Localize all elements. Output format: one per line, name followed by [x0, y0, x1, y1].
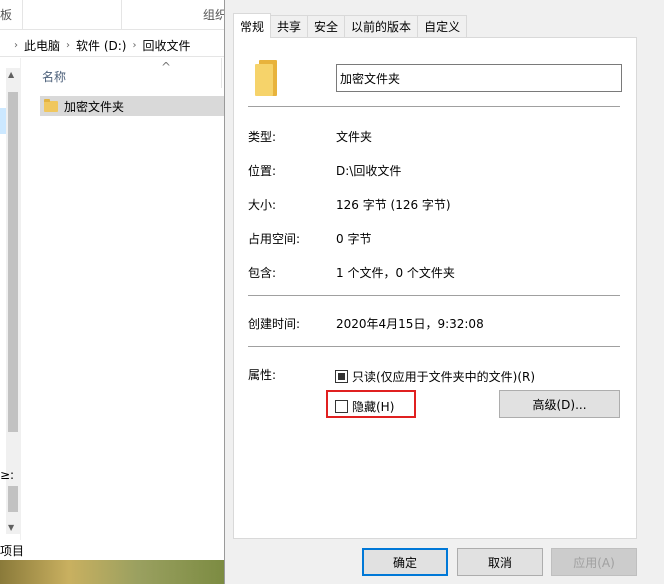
attributes-label: 属性: [248, 368, 277, 382]
tab-previous-versions[interactable]: 以前的版本 [344, 15, 419, 37]
breadcrumb-item-this-pc[interactable]: 此电脑 [24, 37, 60, 54]
ribbon-divider [121, 0, 122, 30]
ribbon-tab-partial[interactable]: 板 [0, 6, 12, 23]
folder-icon [44, 98, 58, 112]
folder-name-input[interactable]: 加密文件夹 [336, 64, 622, 92]
separator [248, 106, 620, 107]
desktop-wallpaper-strip [0, 560, 230, 584]
breadcrumb-item-drive-d[interactable]: 软件 (D:) [76, 37, 126, 54]
general-tab-panel: 加密文件夹 类型: 文件夹 位置: D:\回收文件 大小: 126 字节 (12… [233, 37, 637, 539]
hidden-checkbox-box[interactable] [335, 400, 348, 413]
breadcrumb: › 此电脑 › 软件 (D:) › 回收文件 [14, 37, 191, 54]
readonly-checkbox-label: 只读(仅应用于文件夹中的文件)(R) [352, 370, 536, 384]
advanced-button[interactable]: 高级(D)... [499, 390, 620, 418]
hidden-checkbox-label: 隐藏(H) [352, 400, 395, 414]
location-label: 位置: [248, 164, 277, 178]
size-value: 126 字节 (126 字节) [336, 198, 451, 212]
folder-icon [255, 60, 277, 96]
nav-scrollbar[interactable]: ▲ ▼ [6, 68, 20, 534]
ribbon-divider [22, 0, 23, 30]
type-value: 文件夹 [336, 130, 373, 144]
size-label: 大小: [248, 198, 277, 212]
scroll-up-icon[interactable]: ▲ [8, 70, 14, 79]
type-label: 类型: [248, 130, 277, 144]
navigation-pane: ▲ ▼ ≥: [0, 58, 21, 540]
contains-value: 1 个文件，0 个文件夹 [336, 266, 455, 280]
readonly-checkbox-box[interactable] [335, 370, 348, 383]
chevron-right-icon: › [132, 40, 137, 51]
apply-button[interactable]: 应用(A) [551, 548, 637, 576]
scrollbar-thumb-lower[interactable] [8, 486, 18, 512]
created-value: 2020年4月15日，9:32:08 [336, 317, 484, 331]
chevron-right-icon: › [66, 40, 71, 51]
contains-label: 包含: [248, 266, 277, 280]
column-header-name[interactable]: 名称 [42, 68, 66, 85]
readonly-checkbox[interactable]: 只读(仅应用于文件夹中的文件)(R) [335, 368, 535, 385]
disk-size-value: 0 字节 [336, 232, 372, 246]
disk-size-label: 占用空间: [248, 232, 301, 246]
column-divider[interactable] [221, 58, 222, 88]
scroll-down-icon[interactable]: ▼ [8, 523, 14, 532]
tab-security[interactable]: 安全 [307, 15, 346, 37]
created-label: 创建时间: [248, 317, 301, 331]
hidden-checkbox[interactable]: 隐藏(H) [335, 398, 394, 415]
chevron-right-icon: › [14, 40, 18, 51]
status-bar-text: 项目 [0, 544, 25, 558]
tab-strip: 常规 共享 安全 以前的版本 自定义 [233, 13, 468, 38]
sort-up-icon: ^ [161, 60, 172, 74]
separator [248, 295, 620, 296]
separator [248, 346, 620, 347]
file-row-name: 加密文件夹 [64, 99, 125, 114]
tab-general[interactable]: 常规 [233, 13, 272, 38]
ok-button[interactable]: 确定 [362, 548, 448, 576]
tab-sharing[interactable]: 共享 [270, 15, 309, 37]
scrollbar-thumb[interactable] [8, 92, 18, 432]
breadcrumb-item-recycle-folder[interactable]: 回收文件 [142, 37, 190, 54]
folder-properties-dialog: 常规 共享 安全 以前的版本 自定义 加密文件夹 类型: 文件夹 位置: D:\… [224, 0, 664, 584]
cancel-button[interactable]: 取消 [457, 548, 543, 576]
nav-item-partial: ≥: [0, 468, 15, 482]
file-row-selected[interactable]: 加密文件夹 [40, 96, 224, 116]
location-value: D:\回收文件 [336, 164, 402, 178]
tab-customize[interactable]: 自定义 [417, 15, 468, 37]
